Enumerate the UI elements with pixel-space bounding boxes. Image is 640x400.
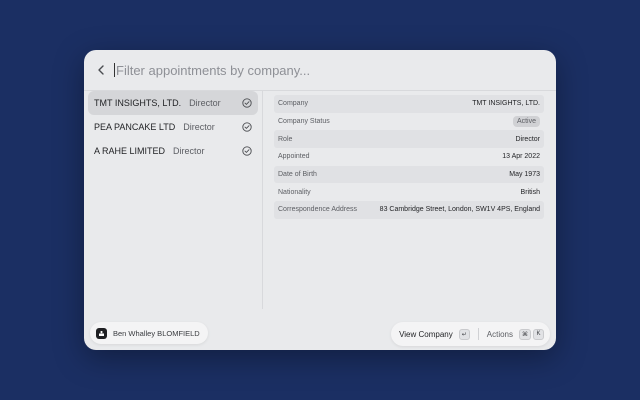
detail-value: May 1973 xyxy=(509,171,540,179)
divider xyxy=(477,328,479,340)
check-circle-icon xyxy=(242,146,252,156)
role-label: Director xyxy=(173,146,205,156)
role-label: Director xyxy=(183,122,215,132)
avatar xyxy=(96,327,107,339)
k-key-icon: K xyxy=(533,328,544,340)
detail-value: 83 Cambridge Street, London, SW1V 4PS, E… xyxy=(379,206,540,214)
list-item[interactable]: PEA PANCAKE LTD Director xyxy=(88,115,258,139)
detail-label: Company xyxy=(278,100,308,108)
detail-label: Nationality xyxy=(278,188,311,196)
detail-label: Role xyxy=(278,135,293,143)
list-item[interactable]: TMT INSIGHTS, LTD. Director xyxy=(88,91,258,115)
detail-row-address: Correspondence Address 83 Cambridge Stre… xyxy=(274,201,544,219)
action-bar: View Company ↵ Actions ⌘ K xyxy=(391,322,550,346)
company-name: TMT INSIGHTS, LTD. xyxy=(94,98,182,108)
detail-value: Director xyxy=(515,135,540,143)
detail-label: Correspondence Address xyxy=(278,206,357,214)
actions-button[interactable]: Actions xyxy=(487,330,513,339)
detail-value: British xyxy=(520,188,540,196)
text-caret xyxy=(114,63,115,77)
detail-label: Company Status xyxy=(278,118,330,126)
detail-row-status: Company Status Active xyxy=(274,113,544,131)
detail-row-appointed: Appointed 13 Apr 2022 xyxy=(274,148,544,166)
detail-value: TMT INSIGHTS, LTD. xyxy=(472,100,540,108)
company-name: A RAHE LIMITED xyxy=(94,146,166,156)
view-company-button[interactable]: View Company xyxy=(399,330,453,339)
back-button[interactable] xyxy=(94,63,108,77)
enter-key-icon: ↵ xyxy=(458,328,470,340)
panel-divider xyxy=(262,91,263,309)
detail-label: Appointed xyxy=(278,153,310,161)
command-window: TMT INSIGHTS, LTD. Director PEA PANCAKE … xyxy=(84,50,556,350)
chevron-left-icon xyxy=(98,65,104,75)
detail-row-role: Role Director xyxy=(274,130,544,149)
search-input[interactable] xyxy=(116,62,496,78)
detail-row-dob: Date of Birth May 1973 xyxy=(274,165,544,184)
user-name: Ben Whalley BLOMFIELD xyxy=(113,328,200,338)
appointments-list: TMT INSIGHTS, LTD. Director PEA PANCAKE … xyxy=(88,91,258,163)
company-name: PEA PANCAKE LTD xyxy=(94,122,176,132)
command-key-icon: ⌘ xyxy=(519,328,531,340)
detail-value: 13 Apr 2022 xyxy=(502,153,540,161)
list-item[interactable]: A RAHE LIMITED Director xyxy=(88,139,258,163)
user-app-icon xyxy=(99,330,104,336)
detail-panel: Company TMT INSIGHTS, LTD. Company Statu… xyxy=(274,95,544,219)
status-badge: Active xyxy=(512,116,540,128)
detail-label: Date of Birth xyxy=(278,171,317,179)
user-pill[interactable]: Ben Whalley BLOMFIELD xyxy=(90,322,208,344)
search-bar xyxy=(84,50,556,90)
check-circle-icon xyxy=(242,122,252,132)
role-label: Director xyxy=(189,98,221,108)
check-circle-icon xyxy=(242,98,252,108)
detail-row-company: Company TMT INSIGHTS, LTD. xyxy=(274,95,544,113)
detail-row-nationality: Nationality British xyxy=(274,183,544,201)
